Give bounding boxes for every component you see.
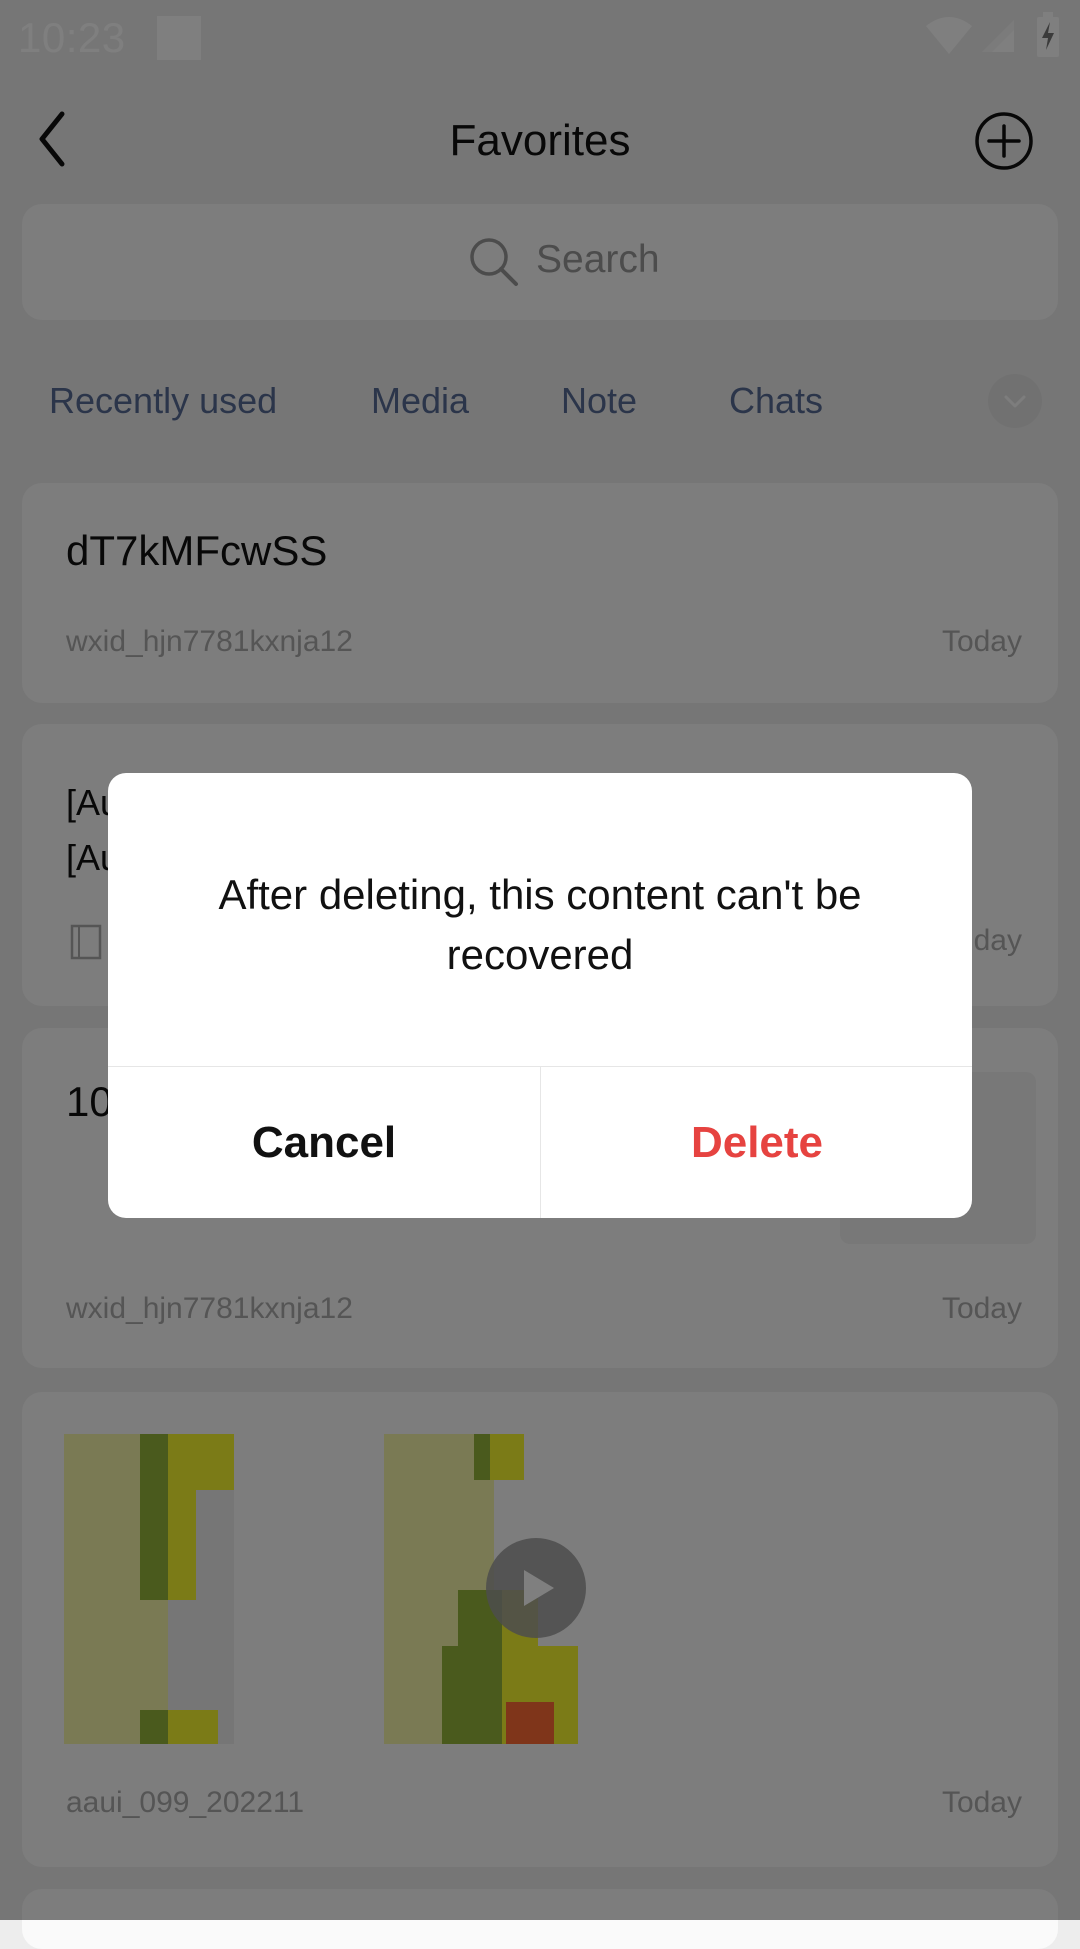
cancel-button[interactable]: Cancel [108,1067,540,1218]
dialog-message: After deleting, this content can't be re… [218,871,862,978]
delete-confirm-dialog: After deleting, this content can't be re… [108,773,972,1218]
delete-button[interactable]: Delete [541,1067,972,1218]
